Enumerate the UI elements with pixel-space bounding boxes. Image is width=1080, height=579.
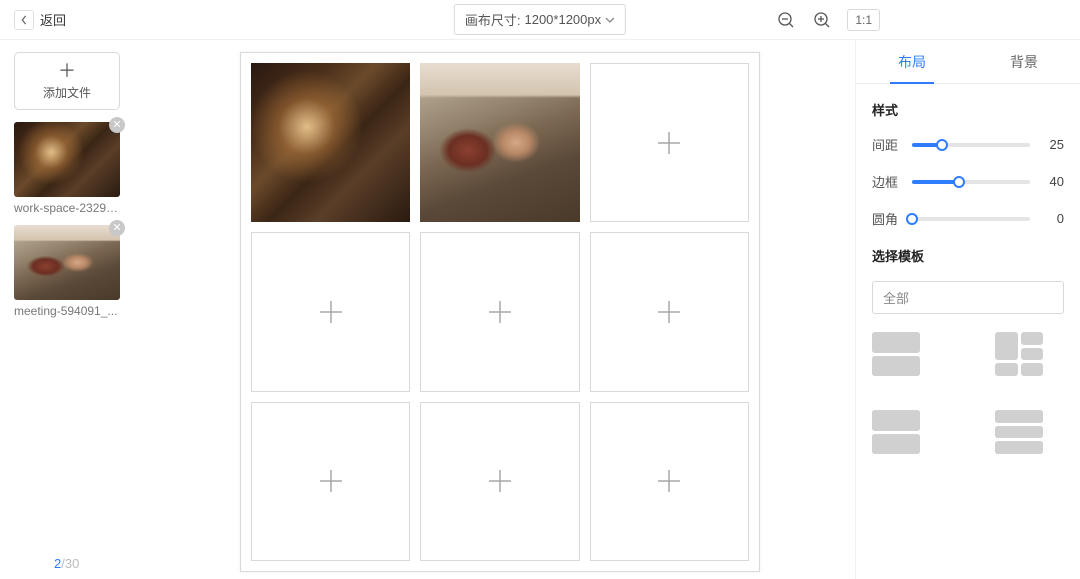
style-heading: 样式 <box>872 100 1064 119</box>
chevron-down-icon <box>605 17 615 23</box>
grid-cell-8[interactable] <box>420 402 579 561</box>
right-panel: 布局 背景 样式 间距 25 边框 <box>855 40 1080 579</box>
slider-thumb[interactable] <box>936 139 948 151</box>
template-option-3[interactable] <box>872 410 920 454</box>
thumbnail-remove-button[interactable]: ✕ <box>109 117 125 133</box>
template-filter-select[interactable]: 全部 <box>872 281 1064 314</box>
zoom-out-icon <box>777 11 795 29</box>
cell-image <box>420 63 579 222</box>
template-option-1[interactable] <box>872 332 920 376</box>
thumbnail-image <box>14 225 120 300</box>
zoom-in-icon <box>813 11 831 29</box>
template-option-2[interactable] <box>995 332 1043 376</box>
thumbnail-label: meeting-594091_... <box>14 304 120 318</box>
header: 返回 画布尺寸: 1200*1200px <box>0 0 1080 40</box>
plus-icon: ＋ <box>58 62 76 80</box>
ratio-reset-button[interactable]: 1:1 <box>847 9 880 31</box>
thumbnail-item[interactable]: ✕ meeting-594091_... <box>14 225 124 318</box>
plus-icon <box>318 299 344 325</box>
plus-icon <box>318 468 344 494</box>
grid-cell-6[interactable] <box>590 232 749 391</box>
tab-layout[interactable]: 布局 <box>856 40 968 83</box>
slider-border: 边框 40 <box>872 172 1064 191</box>
sidebar: ＋ 添加文件 ✕ work-space-23298... ✕ meeting-5… <box>0 40 145 579</box>
zoom-in-button[interactable] <box>811 9 833 31</box>
template-heading: 选择模板 <box>872 246 1064 265</box>
back-label: 返回 <box>40 10 66 29</box>
canvas-size-select[interactable]: 画布尺寸: 1200*1200px <box>454 4 626 35</box>
slider-spacing: 间距 25 <box>872 135 1064 154</box>
thumbnail-image <box>14 122 120 197</box>
slider-track[interactable] <box>912 217 1030 221</box>
cell-image <box>251 63 410 222</box>
plus-icon <box>656 130 682 156</box>
canvas-size-value: 1200*1200px <box>524 12 601 27</box>
canvas-area <box>145 40 855 579</box>
chevron-left-icon <box>14 10 34 30</box>
canvas-size-prefix: 画布尺寸: <box>465 10 521 29</box>
slider-thumb[interactable] <box>906 213 918 225</box>
grid-cell-4[interactable] <box>251 232 410 391</box>
back-button[interactable]: 返回 <box>14 10 66 30</box>
template-option-4[interactable] <box>995 410 1043 454</box>
slider-radius: 圆角 0 <box>872 209 1064 228</box>
grid-cell-1[interactable] <box>251 63 410 222</box>
grid-cell-7[interactable] <box>251 402 410 561</box>
plus-icon <box>656 468 682 494</box>
zoom-out-button[interactable] <box>775 9 797 31</box>
file-counter: 2/30 <box>54 556 135 571</box>
grid-cell-2[interactable] <box>420 63 579 222</box>
add-file-label: 添加文件 <box>43 84 91 101</box>
thumbnail-remove-button[interactable]: ✕ <box>109 220 125 236</box>
slider-track[interactable] <box>912 143 1030 147</box>
grid-cell-3[interactable] <box>590 63 749 222</box>
grid-cell-5[interactable] <box>420 232 579 391</box>
thumbnail-label: work-space-23298... <box>14 201 120 215</box>
plus-icon <box>656 299 682 325</box>
slider-track[interactable] <box>912 180 1030 184</box>
tab-background[interactable]: 背景 <box>968 40 1080 83</box>
plus-icon <box>487 468 513 494</box>
thumbnail-item[interactable]: ✕ work-space-23298... <box>14 122 124 215</box>
grid-cell-9[interactable] <box>590 402 749 561</box>
add-file-button[interactable]: ＋ 添加文件 <box>14 52 120 110</box>
slider-thumb[interactable] <box>953 176 965 188</box>
canvas-frame <box>240 52 760 572</box>
plus-icon <box>487 299 513 325</box>
